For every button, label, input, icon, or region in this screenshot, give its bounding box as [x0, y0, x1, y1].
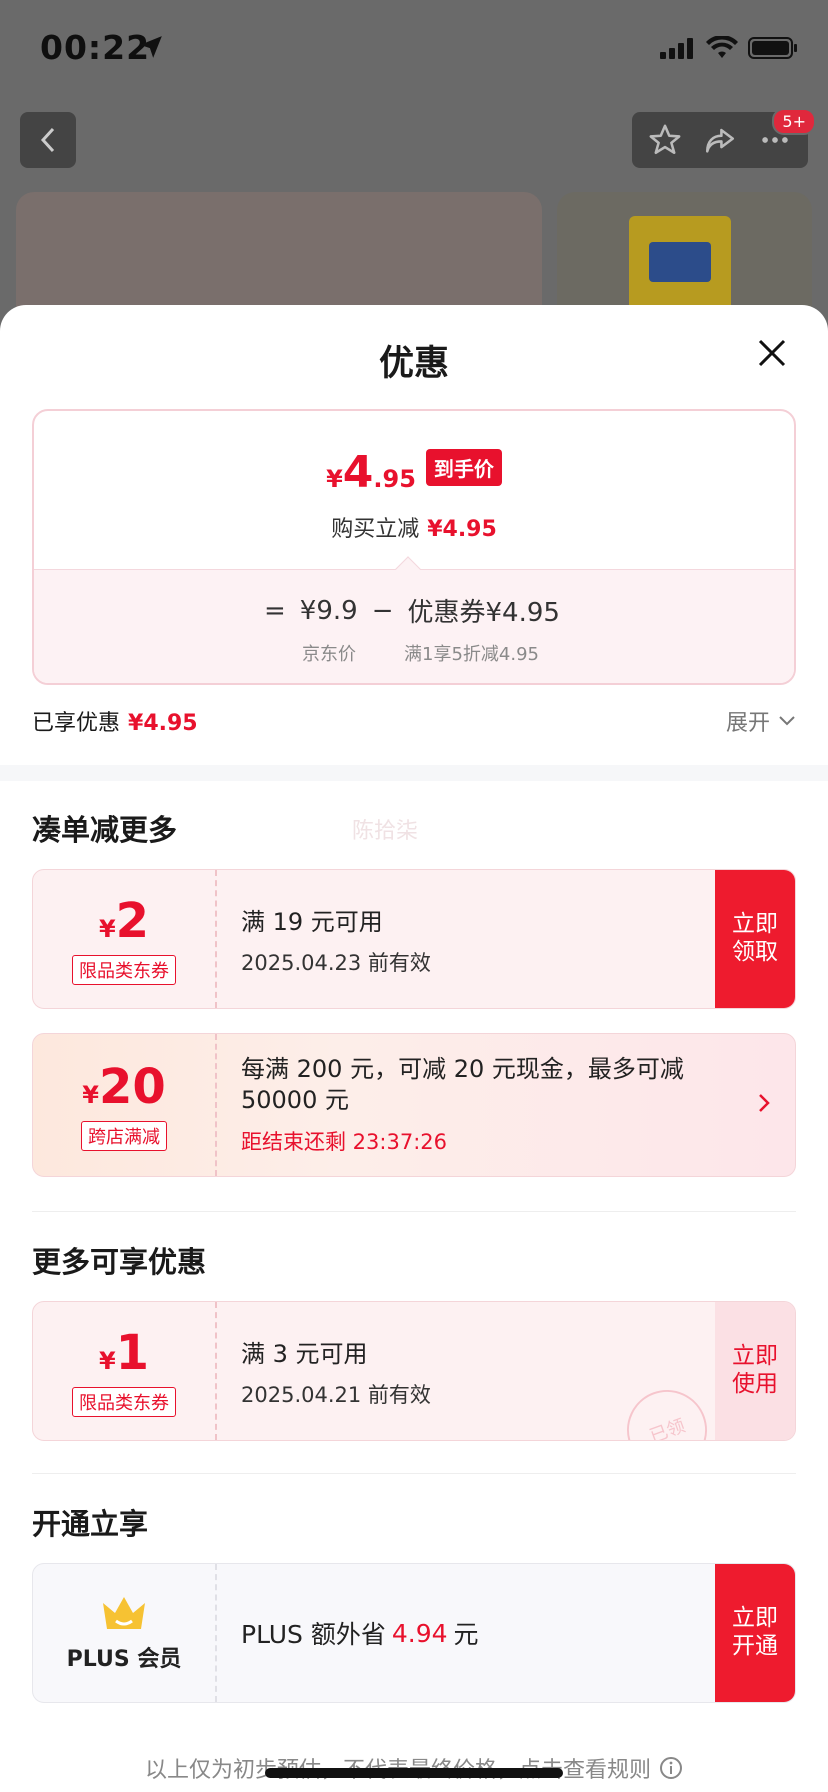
message-badge: 5+ [772, 108, 816, 135]
share-icon[interactable] [703, 123, 737, 157]
coupon-number: 20 [98, 1059, 166, 1115]
price-formula: = ¥9.9 − 优惠券¥4.95 京东价 满1享5折减4.95 [34, 569, 794, 683]
base-price: ¥9.9 [299, 595, 358, 626]
coupon-value-area: ¥2 限品类东券 [33, 870, 217, 1008]
coupon-card-1: ¥1 限品类东券 满 3 元可用 2025.04.21 前有效 已领 立即使用 [32, 1301, 796, 1441]
home-indicator [265, 1768, 563, 1778]
final-price-decimal: .95 [373, 465, 416, 493]
crown-icon [103, 1597, 145, 1629]
chevron-down-icon [779, 716, 795, 726]
product-label [649, 242, 711, 282]
coupon-condition: 满 19 元可用 [241, 907, 383, 936]
chevron-right-icon [759, 1094, 770, 1112]
close-icon[interactable] [756, 337, 788, 369]
countdown-timer: 距结束还剩 23:37:26 [241, 1130, 447, 1155]
section-title-activate: 开通立享 [32, 1507, 149, 1541]
watermark: 陈拾柒 [352, 819, 419, 844]
coupon-number: 2 [115, 893, 150, 949]
reduce-row: 购买立减 ¥4.95 [34, 511, 794, 543]
enjoyed-discount-row: 已享优惠 ¥4.95 展开 [32, 705, 796, 737]
minus-sign: − [371, 595, 394, 626]
coupon-amount: 优惠券¥4.95 [407, 598, 560, 628]
chevron-left-icon [40, 127, 55, 153]
back-button[interactable] [20, 112, 76, 168]
coupon-number: 1 [115, 1325, 150, 1381]
discount-sheet: 优惠 ¥ 4 .95 到手价 购买立减 ¥4.95 = ¥9.9 − 优惠券¥4.… [0, 305, 828, 1792]
info-icon [660, 1757, 682, 1779]
use-coupon-button[interactable]: 立即使用 [715, 1302, 795, 1440]
final-price-tag: 到手价 [425, 449, 502, 486]
coupon-currency: ¥ [98, 1347, 116, 1375]
reduce-label: 购买立减 [331, 517, 420, 542]
coupon-condition: 满 3 元可用 [241, 1339, 368, 1368]
coupon-value-area: ¥1 限品类东券 [33, 1302, 217, 1440]
price-summary: ¥ 4 .95 到手价 购买立减 ¥4.95 [34, 411, 794, 569]
section-separator [0, 765, 828, 781]
coupon-value-area: ¥20 跨店满减 [33, 1034, 217, 1176]
wifi-icon [706, 36, 738, 58]
coupon-info: 满 19 元可用 2025.04.23 前有效 [241, 870, 715, 1008]
enjoyed-value: ¥4.95 [128, 711, 198, 736]
plus-badge-area: PLUS 会员 [33, 1564, 217, 1702]
reduce-value: ¥4.95 [427, 517, 497, 542]
base-price-label: 京东价 [302, 644, 356, 665]
coupon-type-tag: 限品类东券 [72, 955, 176, 985]
status-icons [660, 36, 798, 60]
cross-store-coupon-card[interactable]: ¥20 跨店满减 每满 200 元，可减 20 元现金，最多可减 50000 元… [32, 1033, 796, 1177]
final-price-row: ¥ 4 .95 到手价 [34, 447, 794, 498]
coupon-info: 每满 200 元，可减 20 元现金，最多可减 50000 元 距结束还剩 23… [241, 1034, 735, 1176]
coupon-type-tag: 跨店满减 [81, 1121, 167, 1151]
coupon-desc: 满1享5折减4.95 [404, 644, 539, 665]
cellular-signal-icon [660, 38, 693, 59]
status-time: 00:22 [40, 28, 151, 67]
activate-plus-button[interactable]: 立即开通 [715, 1564, 795, 1702]
plus-text-post: 元 [453, 1620, 479, 1649]
coupon-card-2: ¥2 限品类东券 满 19 元可用 2025.04.23 前有效 立即领取 [32, 869, 796, 1009]
coupon-validity: 2025.04.23 前有效 [241, 950, 431, 975]
plus-label: PLUS 会员 [66, 1647, 182, 1672]
plus-text-pre: PLUS 额外省 [241, 1620, 386, 1649]
final-price-integer: 4 [342, 447, 374, 498]
claim-coupon-button[interactable]: 立即领取 [715, 870, 795, 1008]
sheet-title: 优惠 [378, 344, 449, 384]
section-title-more-savings: 凑单减更多 [32, 813, 178, 847]
location-arrow-icon [140, 36, 162, 58]
plus-membership-card: PLUS 会员 PLUS 额外省 4.94 元 立即开通 [32, 1563, 796, 1703]
expand-label: 展开 [725, 711, 770, 736]
star-icon[interactable] [648, 123, 682, 157]
expand-button[interactable]: 展开 [726, 705, 796, 737]
formula-labels: 京东价 满1享5折减4.95 [302, 640, 539, 666]
section-title-more-available: 更多可享优惠 [32, 1245, 207, 1279]
plus-savings-text: PLUS 额外省 4.94 元 [241, 1564, 479, 1702]
coupon-amount-value: ¥2 [99, 893, 149, 949]
final-price-currency: ¥ [326, 465, 343, 493]
price-breakdown-card: ¥ 4 .95 到手价 购买立减 ¥4.95 = ¥9.9 − 优惠券¥4.95 … [32, 409, 796, 685]
status-bar: 00:22 [0, 0, 828, 100]
coupon-currency: ¥ [82, 1081, 99, 1109]
coupon-amount-value: ¥1 [99, 1325, 149, 1381]
plus-savings-value: 4.94 [391, 1618, 448, 1648]
coupon-amount-value: ¥20 [82, 1059, 166, 1115]
coupon-type-tag: 限品类东券 [72, 1387, 176, 1417]
final-price: ¥ 4 .95 [326, 447, 416, 498]
divider [32, 1473, 796, 1474]
formula-row: = ¥9.9 − 优惠券¥4.95 [264, 592, 560, 629]
coupon-currency: ¥ [98, 915, 116, 943]
enjoyed-label: 已享优惠 [32, 711, 121, 736]
enjoyed-discount: 已享优惠 ¥4.95 [32, 705, 198, 737]
equals-sign: = [264, 595, 286, 626]
battery-icon [748, 37, 797, 59]
coupon-description: 每满 200 元，可减 20 元现金，最多可减 50000 元 [241, 1054, 684, 1114]
divider [32, 1211, 796, 1212]
